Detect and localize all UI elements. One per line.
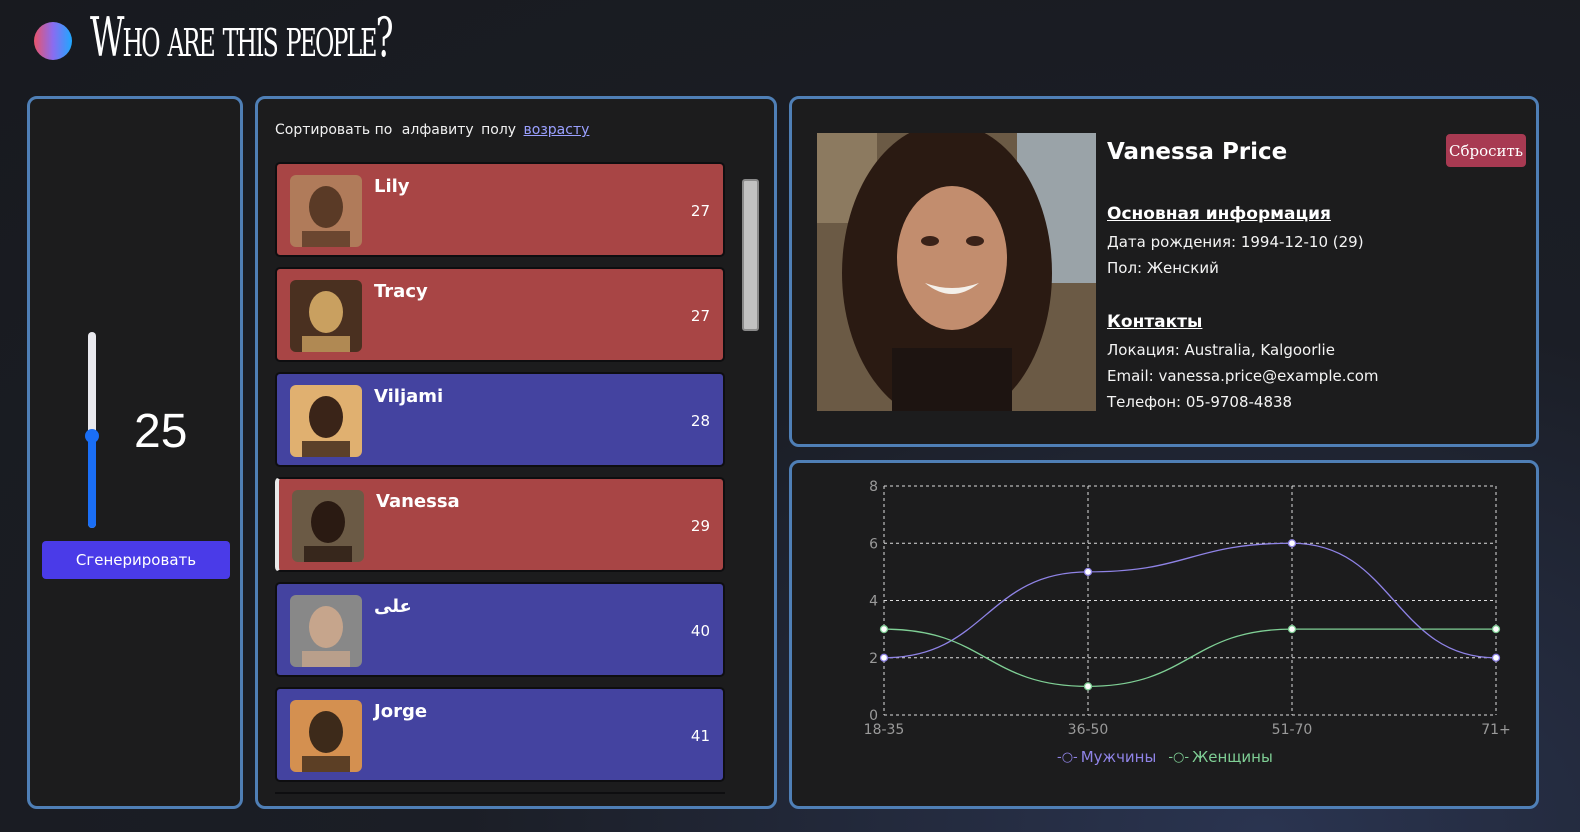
chart-legend: -○- Мужчины -○- Женщины	[1057, 748, 1273, 766]
person-age: 28	[690, 412, 710, 430]
y-tick-label: 8	[869, 479, 878, 495]
person-name: Jorge	[374, 701, 428, 722]
person-avatar	[292, 490, 364, 562]
phone-info: Телефон: 05-9708-4838	[1107, 393, 1293, 411]
data-point	[1287, 624, 1297, 634]
person-card[interactable]: علی 40	[275, 582, 725, 677]
data-point	[1491, 653, 1501, 662]
person-avatar	[290, 280, 362, 352]
legend-women[interactable]: -○- Женщины	[1168, 748, 1272, 766]
generate-button[interactable]: Сгенерировать	[42, 541, 230, 579]
person-avatar	[290, 595, 362, 667]
sort-alphabet-link[interactable]: алфавиту	[402, 122, 474, 138]
legend-men-label: Мужчины	[1080, 748, 1157, 766]
list-scrollbar[interactable]	[742, 179, 759, 331]
count-slider[interactable]	[85, 332, 99, 528]
basic-info-heading: Основная информация	[1107, 204, 1331, 224]
y-tick-label: 4	[869, 594, 878, 610]
person-age: 27	[690, 307, 710, 325]
data-point	[879, 624, 889, 634]
sort-gender-link[interactable]: полу	[481, 122, 516, 138]
person-card[interactable]: Vanessa 29	[275, 477, 725, 572]
reset-button[interactable]: Сбросить	[1446, 134, 1526, 167]
app-header: Who are this people?	[34, 6, 577, 70]
page-title: Who are this people?	[90, 6, 394, 69]
person-age: 27	[690, 202, 710, 220]
sort-bar: Сортировать по алфавиту полу возрасту	[275, 122, 589, 138]
person-card[interactable]: Tracy 27	[275, 267, 725, 362]
person-name: Vanessa	[376, 491, 460, 512]
person-avatar	[290, 385, 362, 457]
count-value: 25	[134, 405, 188, 458]
legend-men-marker: -○-	[1057, 749, 1078, 765]
x-tick-label: 18-35	[864, 722, 905, 738]
logo-icon	[34, 22, 72, 60]
person-avatar	[290, 700, 362, 772]
person-name: Tracy	[374, 281, 428, 302]
data-point	[1083, 567, 1093, 577]
legend-women-marker: -○-	[1168, 749, 1190, 765]
data-point	[1287, 539, 1297, 548]
sort-age-link[interactable]: возрасту	[524, 122, 590, 138]
profile-panel: Vanessa Price Сбросить Основная информац…	[789, 96, 1539, 447]
x-tick-label: 36-50	[1068, 722, 1109, 738]
x-tick-label: 51-70	[1272, 722, 1313, 738]
birth-date: Дата рождения: 1994-12-10 (29)	[1107, 233, 1364, 251]
person-card[interactable]: Viljami 28	[275, 372, 725, 467]
profile-photo	[817, 133, 1096, 411]
age-chart-panel: 0 2 4 6 8 18-35 36-50 51-70 71+ -○- Мужчины -○- …	[789, 460, 1539, 809]
profile-name: Vanessa Price	[1107, 139, 1288, 165]
person-name: Viljami	[374, 386, 444, 407]
person-age: 40	[690, 622, 710, 640]
people-list: Lily 27 Tracy 27 Viljami 28 Vanessa 29 علی 40 Jorg…	[275, 162, 725, 792]
slider-thumb[interactable]	[85, 428, 99, 443]
generator-panel: 25 Сгенерировать	[27, 96, 243, 809]
data-point	[879, 653, 889, 662]
y-tick-label: 2	[869, 651, 878, 667]
sort-label: Сортировать по	[275, 122, 393, 138]
people-list-panel: Сортировать по алфавиту полу возрасту Li…	[255, 96, 777, 809]
person-name: Lily	[374, 176, 410, 197]
person-avatar	[290, 175, 362, 247]
email-info: Email: vanessa.price@example.com	[1107, 367, 1379, 385]
data-point	[1491, 624, 1501, 634]
y-tick-label: 6	[869, 536, 878, 552]
location-info: Локация: Australia, Kalgoorlie	[1107, 341, 1335, 359]
x-tick-label: 71+	[1481, 722, 1511, 738]
person-age: 41	[690, 727, 710, 745]
person-card[interactable]: Lily 27	[275, 162, 725, 257]
legend-women-label: Женщины	[1192, 748, 1273, 766]
data-point	[1083, 682, 1093, 691]
person-card[interactable]: Jorge 41	[275, 687, 725, 782]
gender-info: Пол: Женский	[1107, 259, 1219, 277]
legend-men[interactable]: -○- Мужчины	[1057, 748, 1156, 766]
slider-fill	[88, 435, 96, 528]
list-divider	[275, 792, 725, 794]
person-name: علی	[374, 596, 412, 617]
contacts-heading: Контакты	[1107, 312, 1203, 332]
person-age: 29	[690, 517, 710, 535]
